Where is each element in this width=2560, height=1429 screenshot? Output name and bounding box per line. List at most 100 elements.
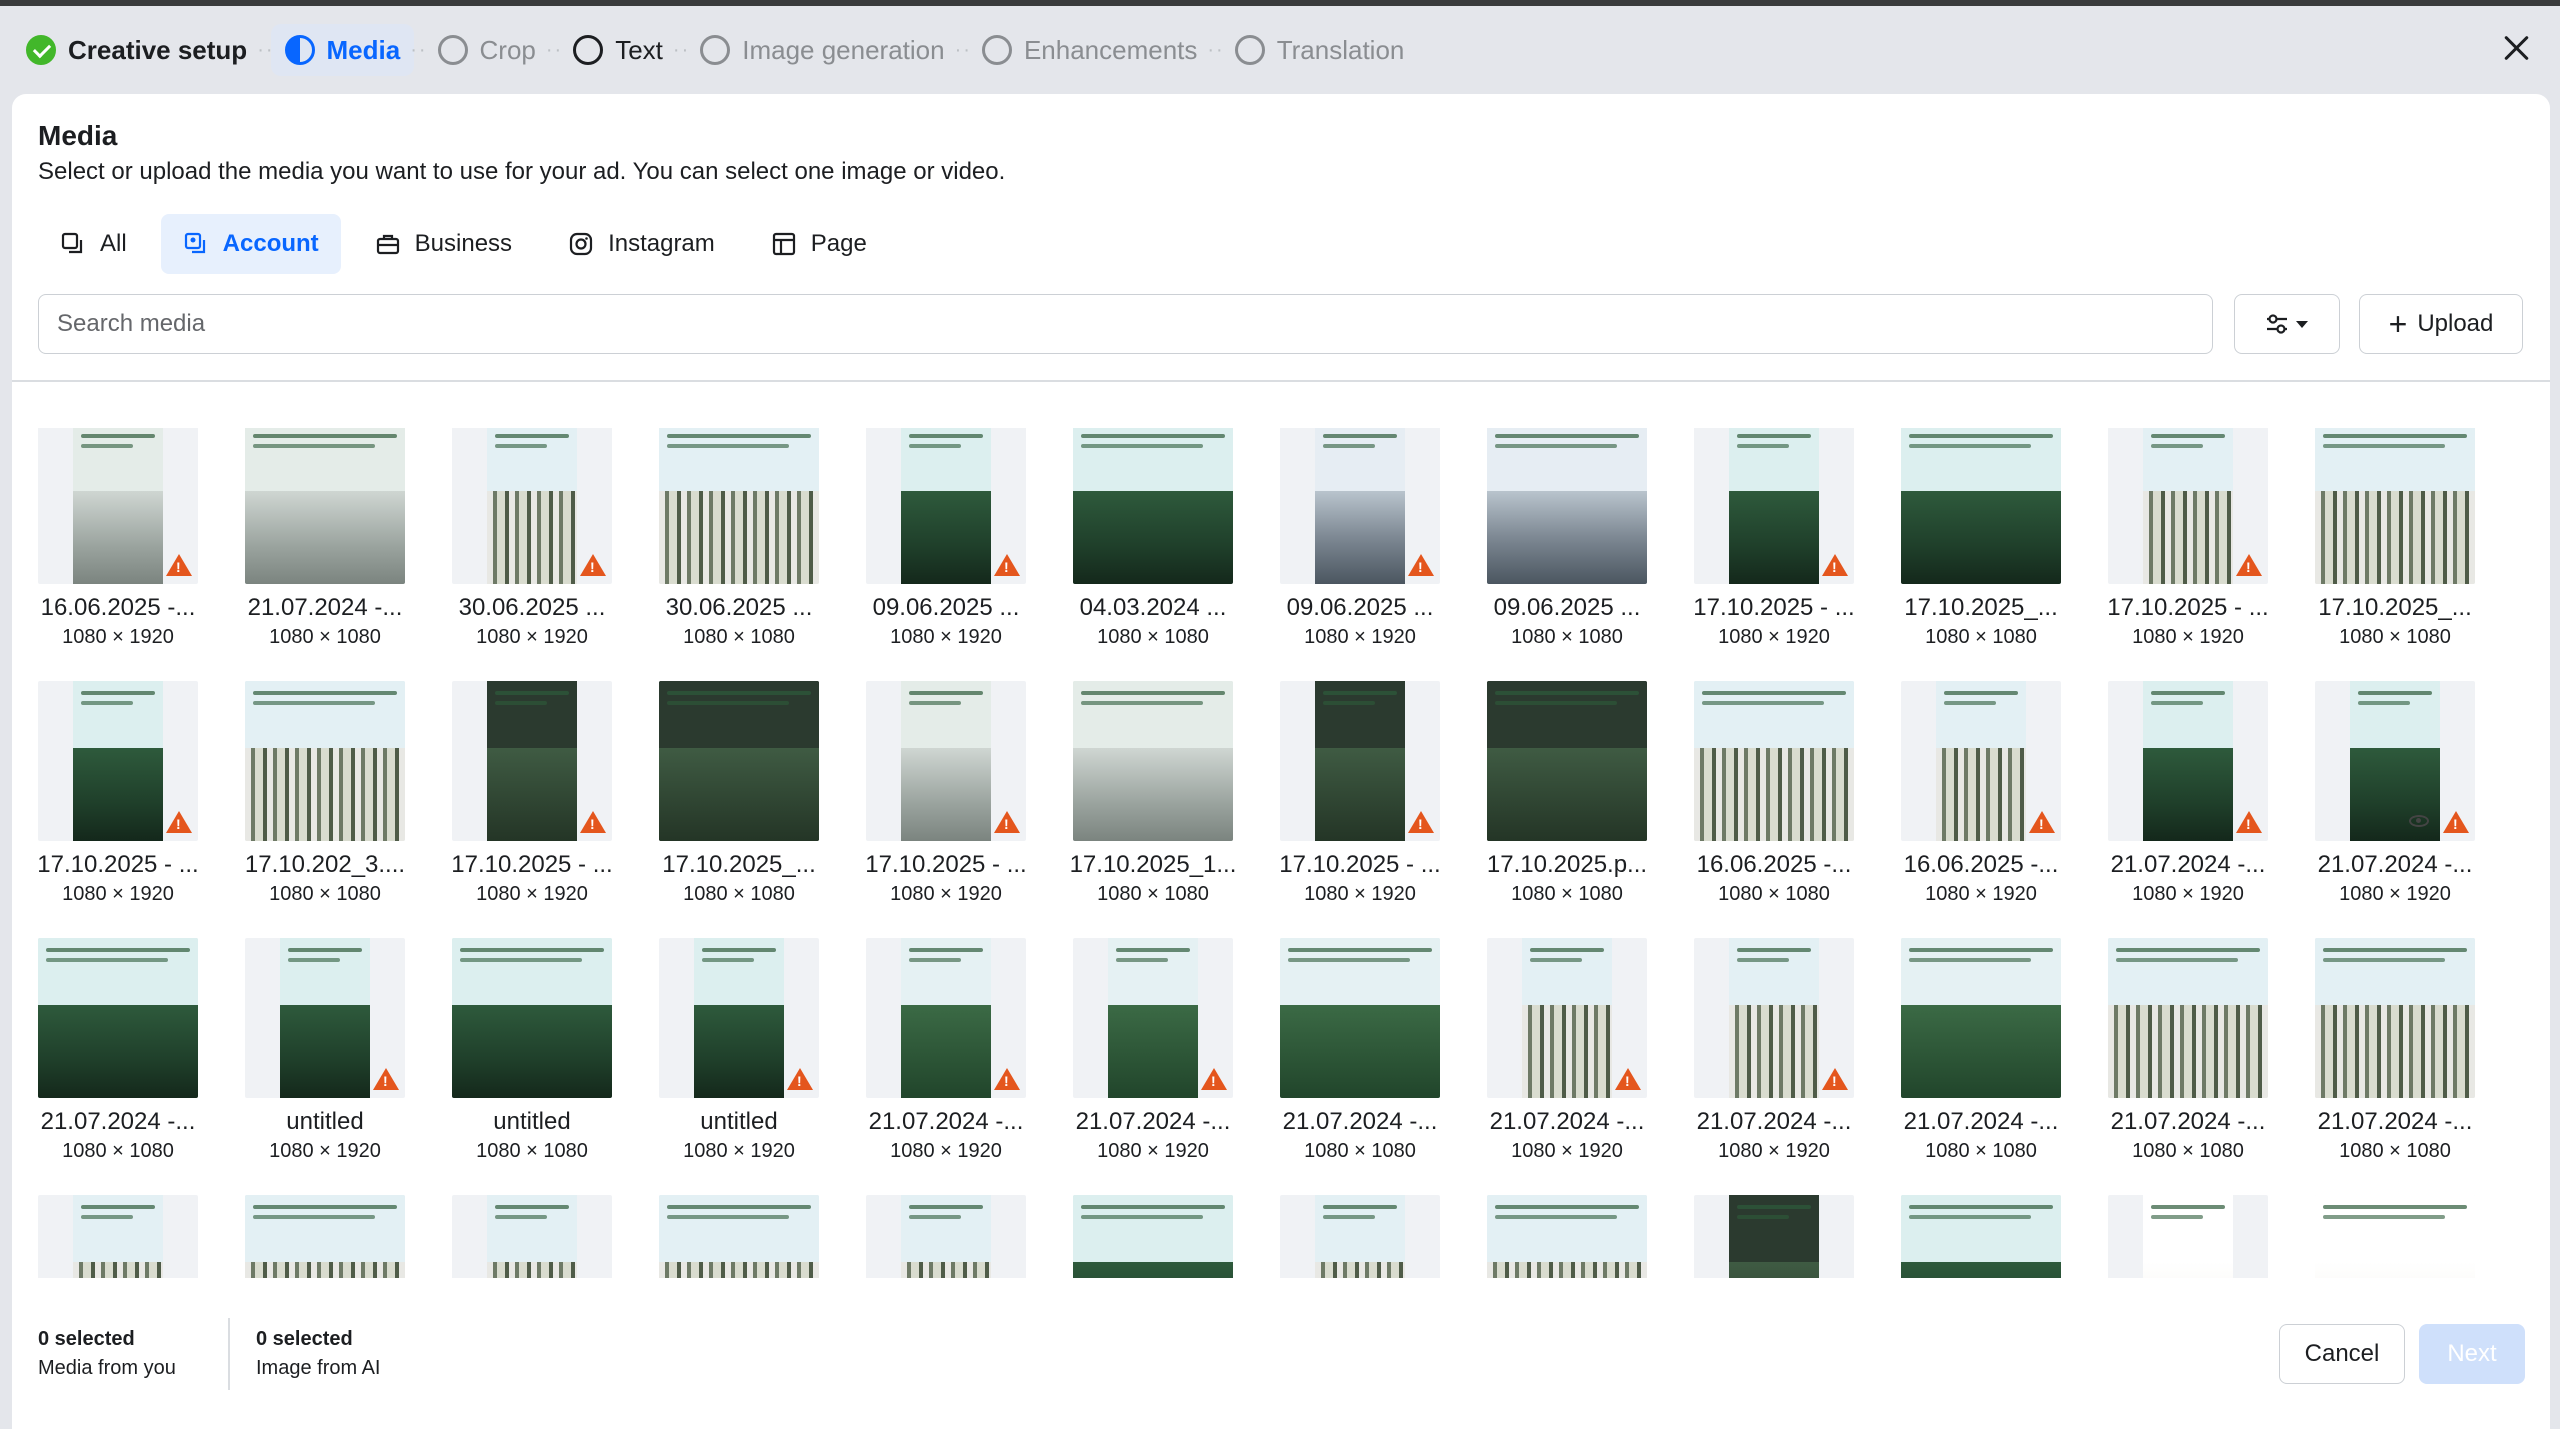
media-tile[interactable]: 21.07.2024 -... 1080 × 1920 (1679, 938, 1869, 1163)
media-tile[interactable]: 17.10.2025 - ... 1080 × 1920 (1265, 681, 1455, 906)
media-dimensions: 1080 × 1920 (1511, 1140, 1623, 1162)
cancel-button[interactable]: Cancel (2279, 1324, 2405, 1384)
tab-all[interactable]: All (38, 214, 149, 274)
media-name: 09.06.2025 ... (1493, 594, 1641, 621)
media-tile[interactable]: 04.03.2024 ... 1080 × 1080 (1058, 428, 1248, 649)
tab-label: All (100, 230, 127, 257)
filter-dropdown-button[interactable] (2234, 294, 2340, 354)
tab-account[interactable]: Account (160, 214, 341, 274)
warning-icon[interactable] (2236, 554, 2262, 576)
media-thumbnail (866, 938, 1026, 1098)
media-thumbnail (1694, 428, 1854, 584)
media-tile[interactable]: 16.06.2025 -... 1080 × 1080 (1679, 681, 1869, 906)
media-tile[interactable]: 21.07.2024 -... 1080 × 1080 (2300, 938, 2490, 1163)
media-dimensions: 1080 × 1920 (476, 883, 588, 905)
media-name: untitled (700, 1108, 778, 1135)
media-panel: Media Select or upload the media you wan… (12, 94, 2550, 1429)
media-name: 17.10.2025_... (662, 851, 816, 878)
warning-icon[interactable] (994, 811, 1020, 833)
step-text[interactable]: Text (559, 24, 677, 76)
media-tile[interactable]: 09.06.2025 ... 1080 × 1920 (851, 428, 1041, 649)
media-name: 17.10.2025_... (2318, 594, 2472, 621)
step-crop[interactable]: Crop (424, 24, 550, 76)
step-label: Crop (479, 34, 536, 65)
media-tile[interactable]: 21.07.2024 -... 1080 × 1920 (1472, 938, 1662, 1163)
media-tile[interactable]: 17.10.202_3.... 1080 × 1080 (230, 681, 420, 906)
step-image-generation[interactable]: Image generation (686, 24, 958, 76)
close-icon[interactable] (2498, 30, 2534, 66)
media-tile[interactable]: 16.06.2025 -... 1080 × 1920 (38, 428, 213, 649)
tab-page[interactable]: Page (749, 214, 889, 274)
tab-instagram[interactable]: Instagram (546, 214, 737, 274)
warning-icon[interactable] (2236, 811, 2262, 833)
warning-icon[interactable] (580, 554, 606, 576)
media-thumbnail (1901, 938, 2061, 1098)
tab-business[interactable]: Business (353, 214, 534, 274)
media-tile[interactable]: 21.07.2024 -... 1080 × 1920 (1058, 938, 1248, 1163)
media-dimensions: 1080 × 1920 (890, 626, 1002, 648)
media-tile[interactable]: 17.10.2025 - ... 1080 × 1920 (1679, 428, 1869, 649)
media-dimensions: 1080 × 1080 (1718, 883, 1830, 905)
media-tile[interactable]: 17.10.2025 - ... 1080 × 1920 (851, 681, 1041, 906)
media-tile[interactable]: 21.07.2024 -... 1080 × 1080 (2093, 938, 2283, 1163)
upload-label: Upload (2417, 310, 2494, 337)
warning-icon[interactable] (166, 811, 192, 833)
media-tile[interactable]: 17.10.2025 - ... 1080 × 1920 (2093, 428, 2283, 649)
warning-icon[interactable] (994, 1068, 1020, 1090)
warning-icon[interactable] (1615, 1068, 1641, 1090)
media-tile[interactable]: 21.07.2024 -... 1080 × 1080 (1265, 938, 1455, 1163)
media-name: 21.07.2024 -... (1075, 1108, 1231, 1135)
media-tile[interactable]: 17.10.2025_... 1080 × 1080 (2300, 428, 2490, 649)
warning-icon[interactable] (994, 554, 1020, 576)
media-tile[interactable]: 09.06.2025 ... 1080 × 1920 (1265, 428, 1455, 649)
empty-circle-icon (700, 35, 731, 65)
media-tile[interactable]: 21.07.2024 -... 1080 × 1920 (2093, 681, 2283, 906)
step-creative-setup[interactable]: Creative setup (26, 24, 261, 76)
media-dimensions: 1080 × 1080 (1097, 883, 1209, 905)
step-translation[interactable]: Translation (1221, 24, 1419, 76)
media-tile[interactable]: 17.10.2025 - ... 1080 × 1920 (38, 681, 213, 906)
media-tile[interactable]: 21.07.2024 -... 1080 × 1920 (2300, 681, 2490, 906)
media-tile[interactable]: 21.07.2024 -... 1080 × 1080 (1886, 938, 2076, 1163)
media-tile[interactable]: 17.10.2025_... 1080 × 1080 (1886, 428, 2076, 649)
warning-icon[interactable] (2443, 811, 2469, 833)
media-tile[interactable]: 30.06.2025 ... 1080 × 1080 (644, 428, 834, 649)
media-tile[interactable]: 21.07.2024 -... 1080 × 1080 (230, 428, 420, 649)
warning-icon[interactable] (1822, 1068, 1848, 1090)
warning-icon[interactable] (1822, 554, 1848, 576)
media-tile[interactable]: 21.07.2024 -... 1080 × 1080 (38, 938, 213, 1163)
media-grid: 16.06.2025 -...1080 × 192021.07.2024 -..… (38, 428, 2538, 1374)
media-tile[interactable]: untitled 1080 × 1920 (644, 938, 834, 1163)
media-name: 21.07.2024 -... (2110, 851, 2266, 878)
media-name: 09.06.2025 ... (872, 594, 1020, 621)
next-button[interactable]: Next (2419, 1324, 2525, 1384)
step-media[interactable]: Media (270, 24, 415, 76)
media-name: untitled (286, 1108, 364, 1135)
media-dimensions: 1080 × 1080 (683, 883, 795, 905)
media-tile[interactable]: untitled 1080 × 1080 (437, 938, 627, 1163)
media-thumbnail (1901, 681, 2061, 841)
warning-icon[interactable] (1201, 1068, 1227, 1090)
warning-icon[interactable] (580, 811, 606, 833)
warning-icon[interactable] (2029, 811, 2055, 833)
search-media-input[interactable] (38, 294, 2213, 354)
step-label: Enhancements (1023, 34, 1198, 65)
warning-icon[interactable] (1408, 554, 1434, 576)
briefcase-icon (375, 231, 401, 257)
media-tile[interactable]: 17.10.2025.p... 1080 × 1080 (1472, 681, 1662, 906)
warning-icon[interactable] (373, 1068, 399, 1090)
media-tile[interactable]: untitled 1080 × 1920 (230, 938, 420, 1163)
media-tile[interactable]: 09.06.2025 ... 1080 × 1080 (1472, 428, 1662, 649)
warning-icon[interactable] (166, 554, 192, 576)
media-tile[interactable]: 30.06.2025 ... 1080 × 1920 (437, 428, 627, 649)
warning-icon[interactable] (787, 1068, 813, 1090)
media-tile[interactable]: 16.06.2025 -... 1080 × 1920 (1886, 681, 2076, 906)
upload-button[interactable]: + Upload (2359, 294, 2523, 354)
media-tile[interactable]: 17.10.2025 - ... 1080 × 1920 (437, 681, 627, 906)
warning-icon[interactable] (1408, 811, 1434, 833)
media-tile[interactable]: 21.07.2024 -... 1080 × 1920 (851, 938, 1041, 1163)
media-tile[interactable]: 17.10.2025_... 1080 × 1080 (644, 681, 834, 906)
step-enhancements[interactable]: Enhancements (968, 24, 1211, 76)
preview-eye-icon[interactable] (2409, 815, 2429, 827)
media-tile[interactable]: 17.10.2025_1... 1080 × 1080 (1058, 681, 1248, 906)
